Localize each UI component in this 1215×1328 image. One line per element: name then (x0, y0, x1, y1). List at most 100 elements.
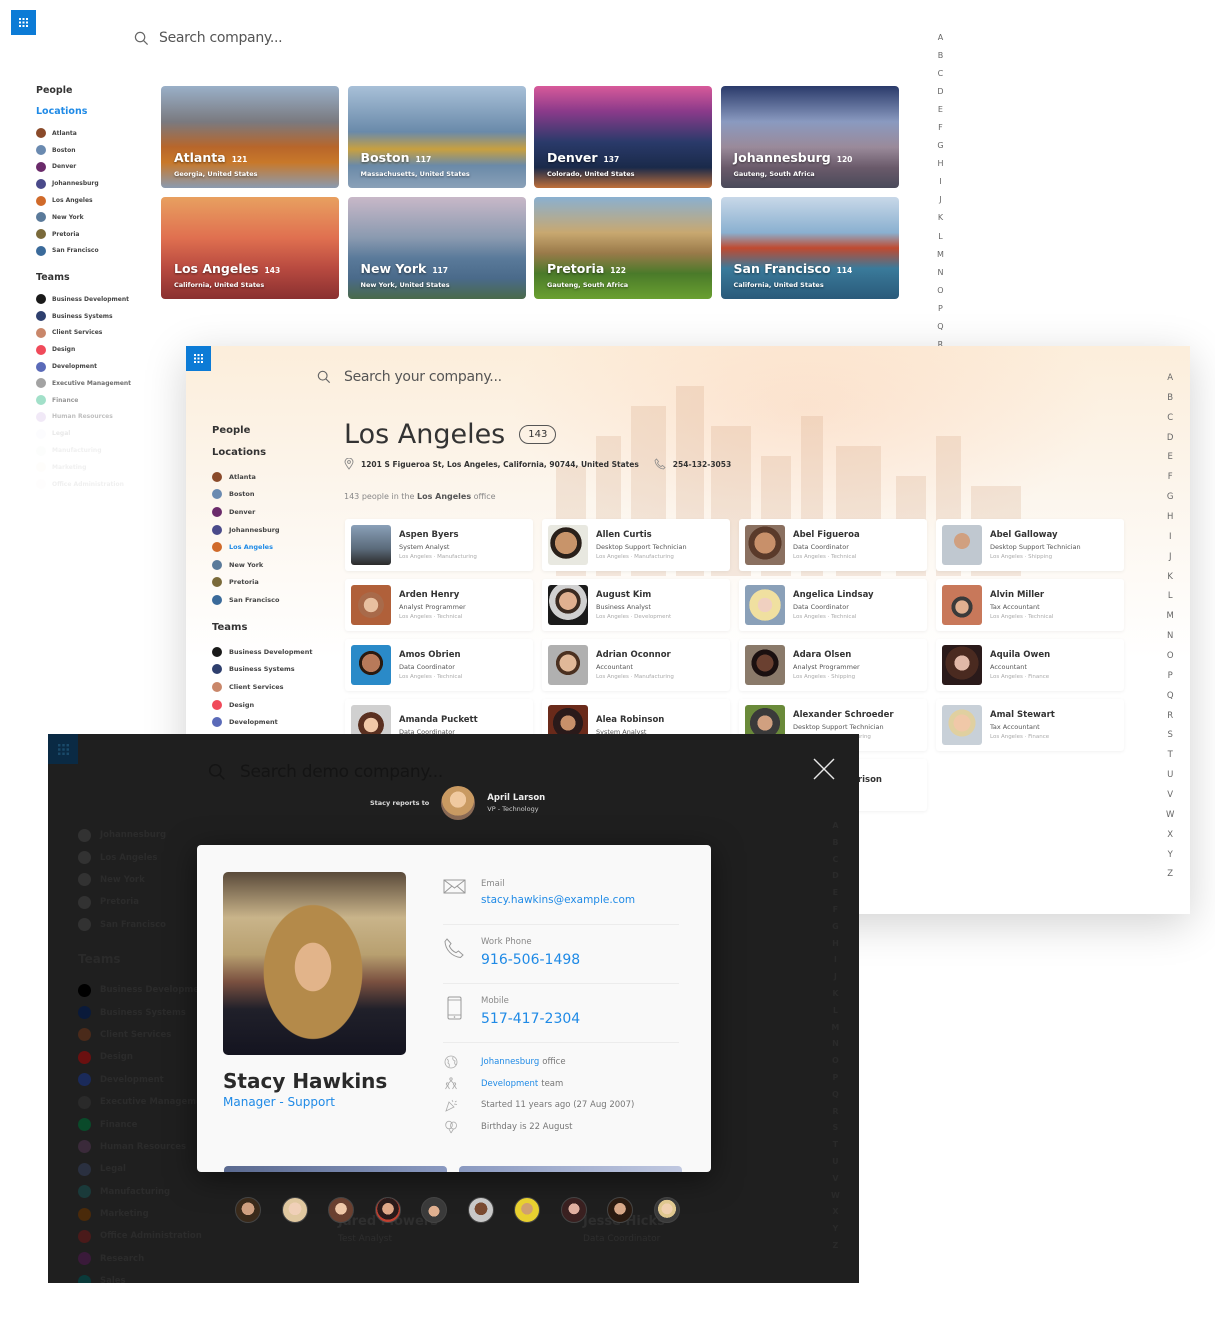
direct-report-avatar[interactable] (654, 1197, 680, 1223)
profile-tab[interactable] (459, 1166, 682, 1172)
direct-report-avatar[interactable] (421, 1197, 447, 1223)
location-item[interactable]: Pretoria (212, 574, 280, 592)
alphabet-letter[interactable]: L (1168, 592, 1173, 601)
nav-teams[interactable]: Teams (212, 622, 247, 633)
alphabet-letter[interactable]: Y (1168, 851, 1173, 860)
alphabet-letter[interactable]: A (1167, 374, 1173, 383)
alphabet-letter[interactable]: V (1167, 791, 1173, 800)
apps-menu-button[interactable] (11, 10, 36, 35)
apps-menu-button[interactable] (48, 734, 78, 764)
team-item[interactable]: Finance (36, 392, 131, 409)
alphabet-letter[interactable]: M (1167, 612, 1174, 621)
team-item[interactable]: Client Services (212, 678, 312, 696)
alphabet-letter[interactable]: I (1169, 533, 1172, 542)
direct-report-avatar[interactable] (561, 1197, 587, 1223)
team-link[interactable]: Development (481, 1079, 538, 1089)
person-card[interactable]: Adara OlsenAnalyst ProgrammerLos Angeles… (739, 639, 927, 691)
person-card[interactable]: Adrian OconnorAccountantLos Angeles · Ma… (542, 639, 730, 691)
location-item[interactable]: Boston (212, 486, 280, 504)
alphabet-letter[interactable]: N (1167, 632, 1173, 641)
alphabet-letter[interactable]: T (1168, 751, 1173, 760)
office-link[interactable]: Johannesburg (481, 1057, 539, 1067)
alphabet-letter[interactable]: P (938, 305, 943, 313)
person-card[interactable]: Aspen ByersSystem AnalystLos Angeles · M… (345, 519, 533, 571)
location-item[interactable]: Pretoria (36, 226, 99, 243)
alphabet-letter[interactable]: N (937, 269, 943, 277)
location-item[interactable]: Johannesburg (212, 521, 280, 539)
office-phone[interactable]: 254-132-3053 (654, 458, 731, 470)
person-card[interactable]: Angelica LindsayData CoordinatorLos Ange… (739, 579, 927, 631)
nav-people[interactable]: People (212, 425, 250, 436)
team-item[interactable]: Executive Management (36, 375, 131, 392)
profile-role-link[interactable]: Manager - Support (223, 1095, 335, 1109)
direct-report-avatar[interactable] (468, 1197, 494, 1223)
alphabet-letter[interactable]: G (1167, 493, 1174, 502)
alphabet-letter[interactable]: J (1169, 553, 1172, 562)
reports-to[interactable]: Stacy reports to April Larson VP - Techn… (370, 786, 545, 820)
alphabet-letter[interactable]: K (938, 214, 943, 222)
location-item[interactable]: New York (36, 209, 99, 226)
location-card[interactable]: Atlanta121Georgia, United States (161, 86, 339, 188)
search-input[interactable]: Search company... (159, 30, 282, 46)
direct-report-avatar[interactable] (282, 1197, 308, 1223)
alphabet-letter[interactable]: P (1168, 672, 1173, 681)
location-card[interactable]: Boston117Massachusetts, United States (348, 86, 526, 188)
location-card[interactable]: New York117New York, United States (348, 197, 526, 299)
nav-locations[interactable]: Locations (36, 106, 87, 117)
location-item[interactable]: Atlanta (36, 125, 99, 142)
direct-report-avatar[interactable] (514, 1197, 540, 1223)
close-icon[interactable] (812, 757, 836, 781)
team-item[interactable]: Design (36, 341, 131, 358)
alphabet-letter[interactable]: J (939, 196, 941, 204)
location-card[interactable]: Pretoria122Gauteng, South Africa (534, 197, 712, 299)
person-card[interactable]: Amos ObrienData CoordinatorLos Angeles ·… (345, 639, 533, 691)
team-item[interactable]: Business Systems (212, 661, 312, 679)
apps-menu-button[interactable] (186, 346, 211, 371)
team-item[interactable]: Office Administration (36, 476, 131, 493)
alphabet-letter[interactable]: R (1167, 712, 1173, 721)
direct-report-avatar[interactable] (235, 1197, 261, 1223)
location-item[interactable]: San Francisco (212, 591, 280, 609)
team-item[interactable]: Business Development (212, 643, 312, 661)
alphabet-letter[interactable]: G (937, 142, 943, 150)
location-item[interactable]: San Francisco (36, 243, 99, 260)
team-item[interactable]: Business Development (36, 291, 131, 308)
location-card[interactable]: Johannesburg120Gauteng, South Africa (721, 86, 899, 188)
mobile-link[interactable]: 517-417-2304 (481, 1011, 580, 1027)
location-card[interactable]: Los Angeles143California, United States (161, 197, 339, 299)
alphabet-letter[interactable]: O (1167, 652, 1174, 661)
search-bar[interactable]: Search your company... (317, 369, 502, 385)
location-item[interactable]: Denver (212, 503, 280, 521)
person-card[interactable]: Allen CurtisDesktop Support TechnicianLo… (542, 519, 730, 571)
alphabet-letter[interactable]: D (937, 88, 943, 96)
alphabet-letter[interactable]: W (1166, 811, 1174, 820)
alphabet-letter[interactable]: E (1168, 453, 1173, 462)
person-card[interactable]: Abel FigueroaData CoordinatorLos Angeles… (739, 519, 927, 571)
alphabet-letter[interactable]: D (1167, 434, 1174, 443)
person-card[interactable]: Aquila OwenAccountantLos Angeles · Finan… (936, 639, 1124, 691)
location-card[interactable]: Denver137Colorado, United States (534, 86, 712, 188)
team-item[interactable]: Legal (36, 425, 131, 442)
alphabet-letter[interactable]: F (938, 124, 943, 132)
person-card[interactable]: Arden HenryAnalyst ProgrammerLos Angeles… (345, 579, 533, 631)
profile-tab[interactable] (224, 1166, 447, 1172)
alphabet-letter[interactable]: C (938, 70, 944, 78)
alphabet-letter[interactable]: B (1167, 394, 1173, 403)
alphabet-letter[interactable]: F (1168, 473, 1173, 482)
search-input[interactable]: Search demo company... (240, 762, 443, 782)
alphabet-letter[interactable]: H (1167, 513, 1173, 522)
nav-teams[interactable]: Teams (36, 272, 70, 283)
email-link[interactable]: stacy.hawkins@example.com (481, 894, 635, 906)
location-item[interactable]: New York (212, 556, 280, 574)
person-card[interactable]: Abel GallowayDesktop Support TechnicianL… (936, 519, 1124, 571)
nav-locations[interactable]: Locations (212, 447, 266, 458)
location-item[interactable]: Los Angeles (212, 538, 280, 556)
alphabet-letter[interactable]: A (938, 34, 943, 42)
alphabet-letter[interactable]: Z (1167, 870, 1173, 879)
location-item[interactable]: Atlanta (212, 468, 280, 486)
location-item[interactable]: Boston (36, 142, 99, 159)
direct-report-avatar[interactable] (607, 1197, 633, 1223)
location-card[interactable]: San Francisco114California, United State… (721, 197, 899, 299)
team-item[interactable]: Business Systems (36, 308, 131, 325)
alphabet-letter[interactable]: B (938, 52, 944, 60)
